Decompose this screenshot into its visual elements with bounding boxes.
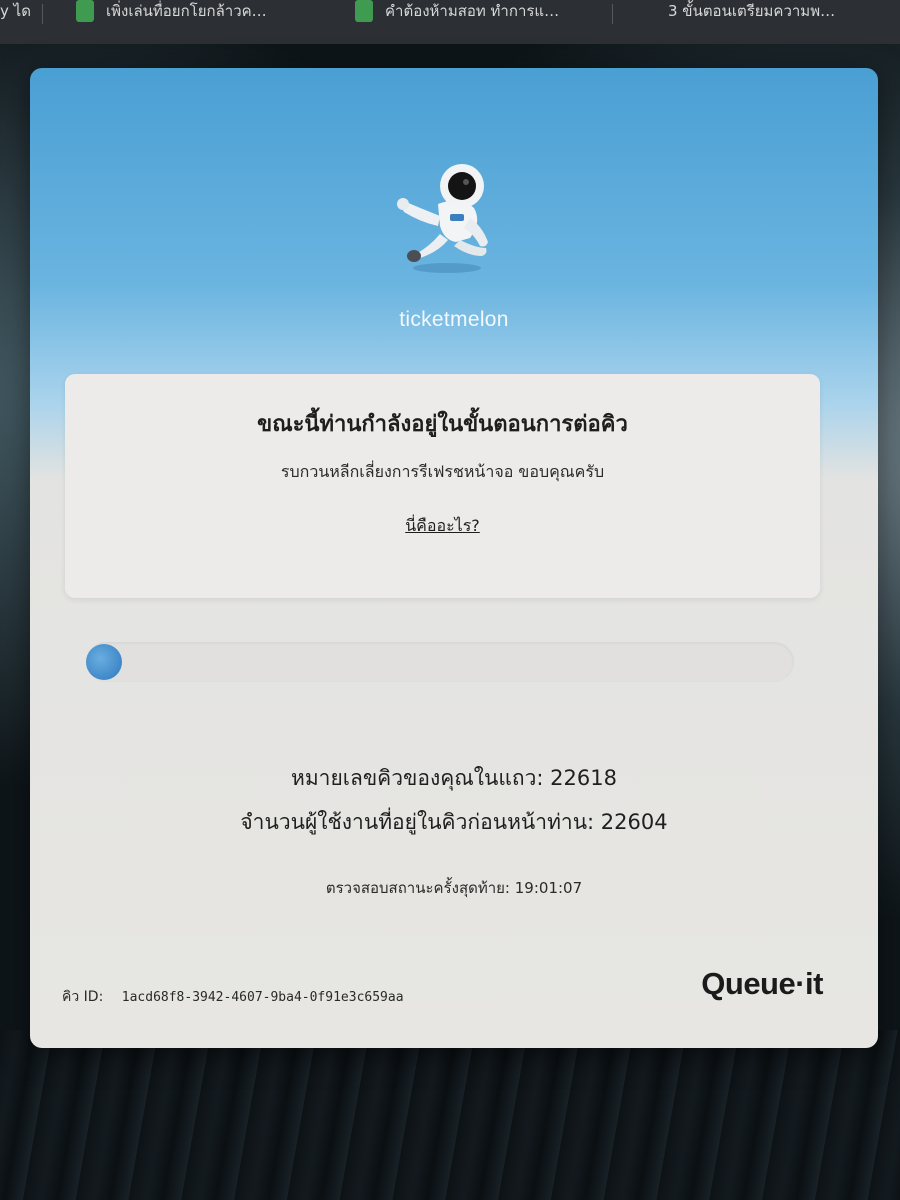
background-crowd xyxy=(0,1030,900,1200)
what-is-this-link[interactable]: นี่คืออะไร? xyxy=(65,514,820,539)
tab-title: คำต้องห้ามสอท ทำการแ… xyxy=(385,2,560,20)
queue-id-value: 1acd68f8-3942-4607-9ba4-0f91e3c659aa xyxy=(121,990,404,1005)
last-status-check: ตรวจสอบสถานะครั้งสุดท้าย: 19:01:07 xyxy=(325,879,583,897)
users-ahead: จำนวนผู้ใช้งานที่อยู่ในคิวก่อนหน้าท่าน: … xyxy=(240,810,668,834)
browser-tab-bar: y ได เพิ่งเล่นทื่อยกโยกล้าวค… คำต้องห้าม… xyxy=(0,0,900,45)
queue-info-box: ขณะนี้ท่านกำลังอยู่ในขั้นตอนการต่อคิว รบ… xyxy=(65,374,820,598)
tab-divider xyxy=(612,4,613,24)
queue-card: ticketmelon ขณะนี้ท่านกำลังอยู่ในขั้นตอน… xyxy=(30,68,878,1048)
document-icon xyxy=(355,0,373,22)
browser-tab[interactable]: y ได xyxy=(0,0,40,26)
tab-title: เพิ่งเล่นทื่อยกโยกล้าวค… xyxy=(106,2,267,20)
queue-it-logo: Queue·it xyxy=(701,966,823,1001)
queue-progress-bar xyxy=(86,642,794,682)
queue-id: คิว ID: 1acd68f8-3942-4607-9ba4-0f91e3c6… xyxy=(62,986,404,1008)
tab-title: 3 ขั้นตอนเตรียมความพ… xyxy=(668,2,836,20)
browser-tab[interactable]: เพิ่งเล่นทื่อยกโยกล้าวค… xyxy=(76,0,306,26)
queue-id-label: คิว ID: xyxy=(62,989,104,1005)
tab-title: y ได xyxy=(0,2,31,20)
queue-progress-fill xyxy=(86,644,122,680)
queue-number: หมายเลขคิวของคุณในแถว: 22618 xyxy=(291,766,617,790)
queue-subline: รบกวนหลีกเลี่ยงการรีเฟรชหน้าจอ ขอบคุณครั… xyxy=(280,462,605,481)
browser-tab[interactable]: คำต้องห้ามสอท ทำการแ… xyxy=(355,0,585,26)
browser-tab[interactable]: 3 ขั้นตอนเตรียมความพ… xyxy=(668,0,900,26)
astronaut-icon xyxy=(397,164,488,273)
tab-divider xyxy=(42,4,43,24)
queue-headline: ขณะนี้ท่านกำลังอยู่ในขั้นตอนการต่อคิว xyxy=(257,412,628,437)
sheet-icon xyxy=(76,0,94,22)
brand-name: ticketmelon xyxy=(399,308,509,331)
